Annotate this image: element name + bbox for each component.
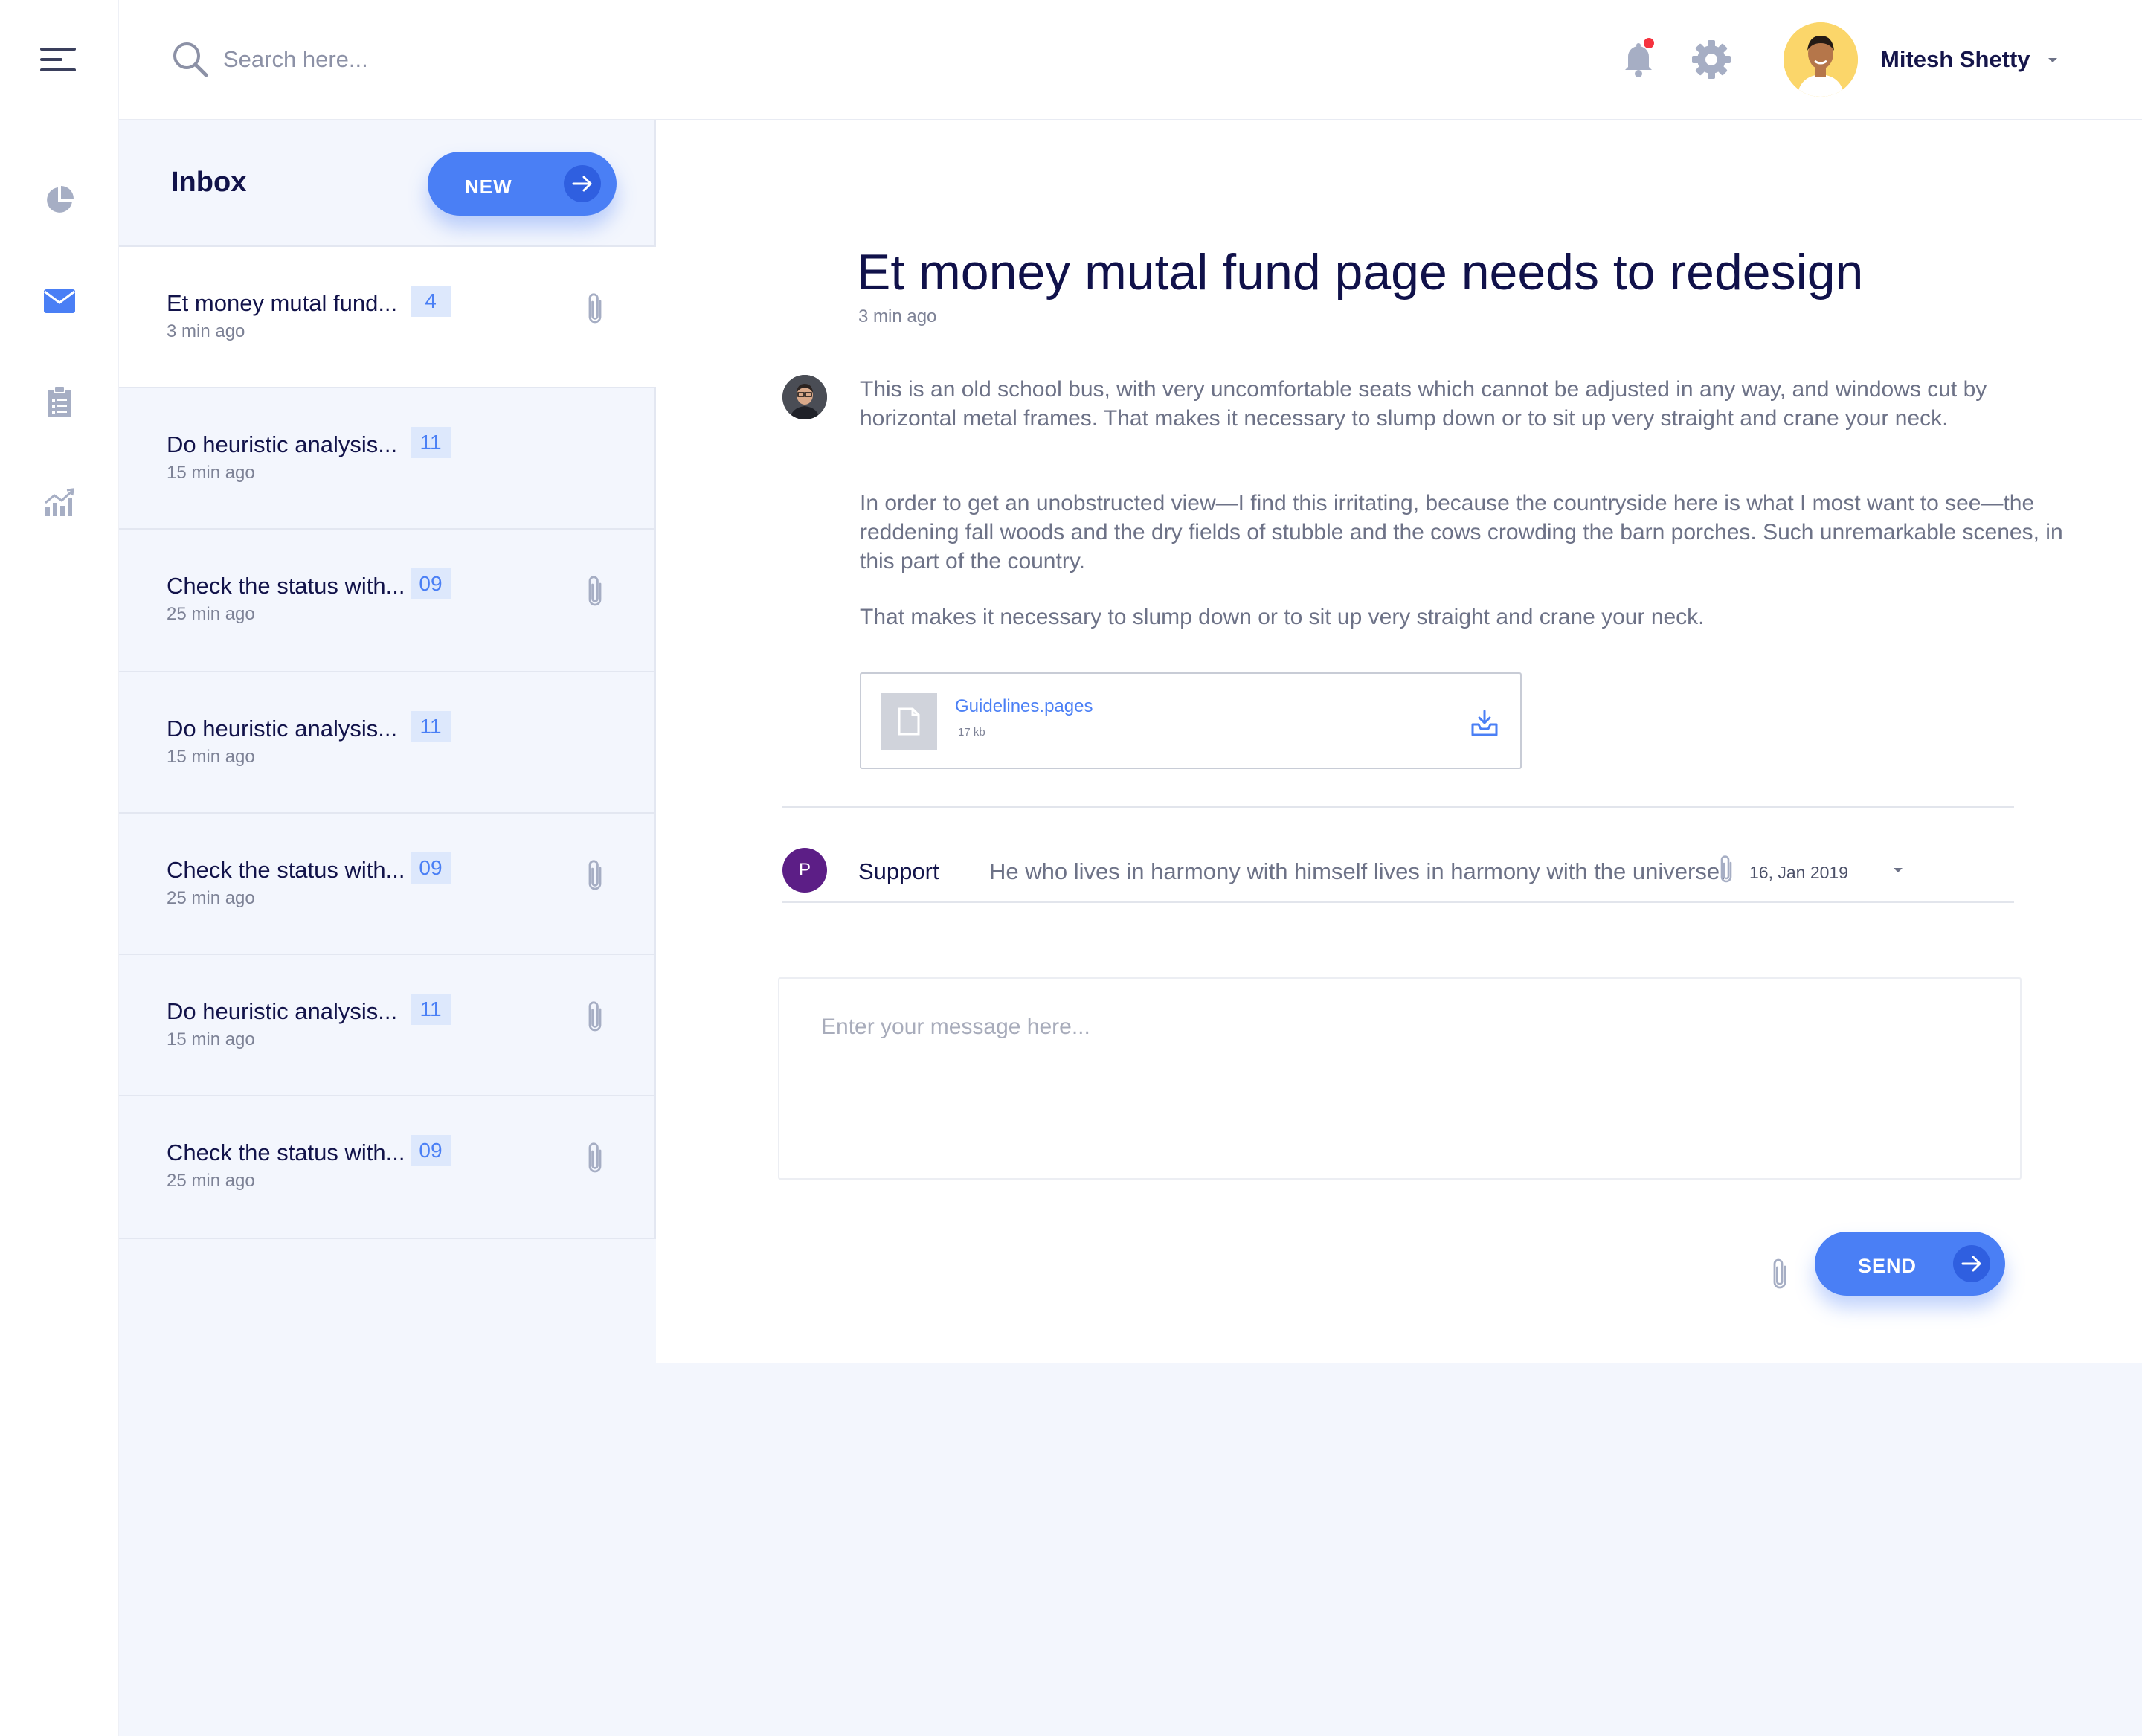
message-time: 3 min ago [858, 306, 937, 327]
inbox-item-time: 15 min ago [167, 1029, 255, 1049]
inbox-item-time: 15 min ago [167, 463, 255, 483]
message-paragraph: This is an old school bus, with very unc… [860, 377, 1987, 431]
gear-icon[interactable] [1691, 39, 1732, 80]
message-composer [778, 977, 2022, 1180]
inbox-item-count-badge: 09 [411, 852, 451, 884]
inbox-item-subject: Check the status with... [167, 573, 405, 599]
reply-preview: He who lives in harmony with himself liv… [989, 858, 1726, 884]
arrow-right-icon [1953, 1245, 1990, 1282]
inbox-item-subject: Do heuristic analysis... [167, 998, 398, 1024]
menu-icon[interactable] [40, 46, 79, 73]
attachment-name[interactable]: Guidelines.pages [955, 696, 1093, 717]
user-name[interactable]: Mitesh Shetty [1880, 46, 2030, 73]
inbox-item-subject: Do heuristic analysis... [167, 716, 398, 742]
inbox-item-count-badge: 11 [411, 711, 451, 742]
nav-dashboard[interactable] [0, 174, 119, 226]
user-avatar[interactable] [1784, 22, 1858, 97]
inbox-title: Inbox [171, 167, 247, 198]
chevron-down-icon[interactable] [2044, 49, 2062, 71]
search-icon[interactable] [171, 40, 210, 79]
message-paragraph: In order to get an unobstructed view—I f… [860, 491, 2063, 573]
paperclip-icon [585, 857, 607, 893]
inbox-item[interactable]: Do heuristic analysis... 15 min ago 11 [119, 955, 656, 1096]
left-sidebar [0, 0, 119, 1736]
inbox-item[interactable]: Do heuristic analysis... 15 min ago 11 [119, 672, 656, 814]
divider [782, 901, 2014, 903]
paperclip-icon [585, 998, 607, 1034]
top-bar: Mitesh Shetty [119, 0, 2142, 120]
attachment-card[interactable]: Guidelines.pages 17 kb [860, 672, 1522, 769]
message-input[interactable] [779, 979, 2020, 1178]
paperclip-icon [585, 1139, 607, 1175]
inbox-item-subject: Et money mutal fund... [167, 290, 398, 316]
inbox-header: Inbox NEW [119, 120, 656, 247]
new-message-button[interactable]: NEW [428, 152, 617, 216]
inbox-item-count-badge: 09 [411, 568, 451, 599]
divider [782, 806, 2014, 808]
nav-mail[interactable] [0, 275, 119, 327]
inbox-item-count-badge: 4 [411, 286, 451, 317]
inbox-item-time: 25 min ago [167, 888, 255, 908]
inbox-item-time: 15 min ago [167, 747, 255, 767]
inbox-item-count-badge: 11 [411, 427, 451, 458]
paperclip-icon [585, 290, 607, 326]
message-paragraph: That makes it necessary to slump down or… [860, 605, 1705, 629]
inbox-item-subject: Check the status with... [167, 1139, 405, 1166]
inbox-item-subject: Check the status with... [167, 857, 405, 883]
bell-icon[interactable] [1618, 37, 1659, 80]
inbox-item-subject: Do heuristic analysis... [167, 431, 398, 457]
new-button-label: NEW [465, 176, 512, 198]
send-button-label: SEND [1858, 1255, 1917, 1277]
inbox-item[interactable]: Et money mutal fund... 3 min ago 4 [119, 247, 656, 388]
mail-icon [44, 289, 75, 313]
reply-sender: Support [858, 858, 939, 884]
chevron-down-icon[interactable] [1889, 861, 1907, 879]
inbox-item[interactable]: Check the status with... 25 min ago 09 [119, 530, 656, 672]
arrow-right-icon [564, 165, 601, 202]
paperclip-icon [1717, 852, 1736, 885]
reply-avatar: P [782, 848, 827, 893]
download-icon[interactable] [1470, 708, 1499, 738]
send-button[interactable]: SEND [1815, 1232, 2005, 1296]
file-icon [881, 693, 937, 750]
inbox-item-count-badge: 11 [411, 994, 451, 1025]
paperclip-icon[interactable] [1770, 1256, 1791, 1291]
inbox-panel: Inbox NEW Et money mutal fund... 3 min ag… [119, 120, 656, 1241]
inbox-item-time: 3 min ago [167, 321, 245, 341]
reply-date: 16, Jan 2019 [1749, 863, 1849, 882]
nav-tasks[interactable] [0, 376, 119, 428]
analytics-icon [44, 488, 75, 516]
inbox-item[interactable]: Check the status with... 25 min ago 09 [119, 1096, 656, 1239]
reply-row[interactable]: P Support He who lives in harmony with h… [782, 835, 2014, 906]
paperclip-icon [585, 573, 607, 608]
inbox-item-time: 25 min ago [167, 604, 255, 624]
message-title: Et money mutal fund page needs to redesi… [857, 244, 1864, 300]
inbox-item[interactable]: Do heuristic analysis... 15 min ago 11 [119, 388, 656, 530]
inbox-item-count-badge: 09 [411, 1135, 451, 1166]
inbox-item[interactable]: Check the status with... 25 min ago 09 [119, 814, 656, 955]
attachment-size: 17 kb [958, 726, 985, 739]
sender-avatar [782, 375, 827, 419]
message-view: Et money mutal fund page needs to redesi… [656, 120, 2142, 1363]
clipboard-icon [48, 386, 71, 417]
nav-analytics[interactable] [0, 476, 119, 528]
inbox-item-time: 25 min ago [167, 1171, 255, 1191]
pie-chart-icon [44, 184, 75, 216]
search-input[interactable] [223, 39, 744, 80]
